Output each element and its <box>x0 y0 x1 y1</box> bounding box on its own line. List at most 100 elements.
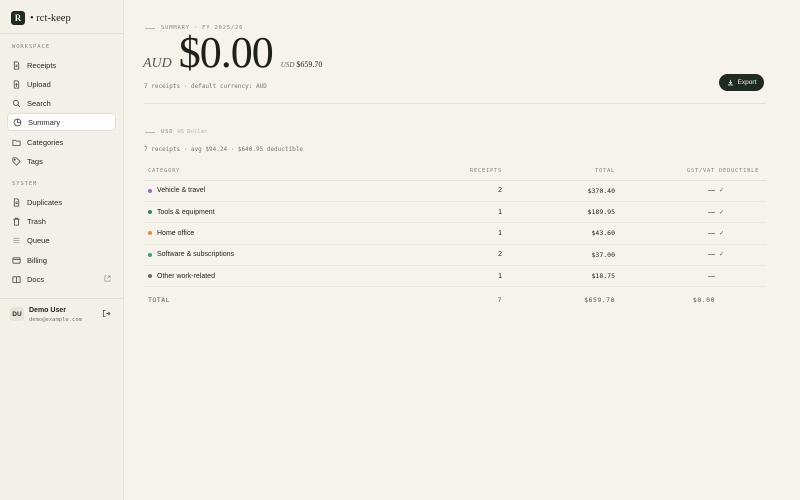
table-row[interactable]: Other work-related 1 $18.75 — <box>144 265 766 288</box>
secondary-currency: USD <box>280 61 295 69</box>
table-row[interactable]: Tools & equipment 1 $189.95 — ✓ <box>144 201 766 224</box>
copy-icon <box>12 197 21 207</box>
main-content: SUMMARY · FY 2025/26 AUD $0.00 USD $659.… <box>125 0 800 500</box>
external-link-icon <box>104 275 111 282</box>
trash-icon <box>12 217 21 226</box>
divider <box>144 103 766 104</box>
table-total-row: TOTAL 7 $659.70 $0.00 <box>144 287 766 313</box>
table-row[interactable]: Vehicle & travel 2 $370.40 — ✓ <box>144 180 766 202</box>
receipts-count: 1 <box>344 222 502 245</box>
category-color-dot <box>148 274 152 279</box>
sidebar-item-label: Docs <box>27 274 45 284</box>
tag-icon <box>12 156 21 166</box>
pie-chart-icon <box>13 118 22 127</box>
user-email: demo@example.com <box>29 317 82 323</box>
export-button[interactable]: Export <box>719 74 764 91</box>
currency-code: USD <box>161 129 174 135</box>
total-amount: $370.40 <box>502 180 615 202</box>
receipt-icon <box>12 60 21 70</box>
deductible-check: ✓ <box>715 244 766 267</box>
brand[interactable]: R • rct-keep <box>11 11 71 25</box>
total-amount: $37.00 <box>502 244 615 267</box>
sidebar-item-receipts[interactable]: Receipts <box>7 56 116 74</box>
deductible-check: ✓ <box>715 222 766 245</box>
sidebar-item-trash[interactable]: Trash <box>7 212 116 230</box>
gst-amount: — <box>615 244 715 267</box>
app-logo: R <box>11 11 25 25</box>
total-amount: $18.75 <box>502 265 615 288</box>
sidebar-item-categories[interactable]: Categories <box>7 133 116 151</box>
divider <box>0 33 124 34</box>
receipts-count: 1 <box>344 265 502 288</box>
sidebar-item-label: Search <box>27 98 51 108</box>
upload-icon <box>12 79 21 89</box>
divider <box>0 298 124 299</box>
sidebar-item-label: Queue <box>27 235 50 245</box>
section-label-workspace: WORKSPACE <box>12 44 50 50</box>
category-name: Home office <box>157 229 195 237</box>
app-name: • rct-keep <box>30 12 71 24</box>
logout-icon[interactable] <box>102 309 111 318</box>
column-header-gst[interactable]: GST/VAT <box>615 163 715 181</box>
category-cell: Home office <box>144 222 344 245</box>
gst-amount: — <box>615 201 715 224</box>
sidebar-item-queue[interactable]: Queue <box>7 231 116 249</box>
summary-amount: AUD $0.00 USD $659.70 <box>143 30 322 76</box>
sidebar-item-docs[interactable]: Docs <box>7 270 116 288</box>
sidebar-item-label: Receipts <box>27 60 57 70</box>
receipts-count: 1 <box>344 201 502 224</box>
sidebar-item-label: Categories <box>27 137 64 147</box>
category-cell: Tools & equipment <box>144 201 344 224</box>
currency-name: US Dollar <box>177 129 208 135</box>
export-label: Export <box>737 79 757 86</box>
book-icon <box>12 275 21 284</box>
sidebar-item-duplicates[interactable]: Duplicates <box>7 193 116 211</box>
category-color-dot <box>148 252 152 257</box>
column-header-receipts[interactable]: RECEIPTS <box>344 163 502 181</box>
gst-amount: — <box>615 180 715 202</box>
category-color-dot <box>148 231 152 236</box>
sidebar-item-summary[interactable]: Summary <box>7 113 116 131</box>
sidebar-item-upload[interactable]: Upload <box>7 75 116 93</box>
category-name: Vehicle & travel <box>157 187 206 195</box>
sidebar-item-label: Billing <box>27 255 48 265</box>
gst-amount: — <box>615 222 715 245</box>
category-cell: Vehicle & travel <box>144 180 344 202</box>
total-amount: $43.60 <box>502 222 615 245</box>
currency-stats: 7 receipts · avg $94.24 · $640.95 deduct… <box>144 146 303 153</box>
deductible-check: ✓ <box>715 180 766 202</box>
search-icon <box>12 99 21 108</box>
download-icon <box>727 79 733 86</box>
sidebar-item-billing[interactable]: Billing <box>7 251 116 269</box>
credit-card-icon <box>12 256 21 265</box>
deductible-check <box>715 265 766 288</box>
category-color-dot <box>148 210 152 215</box>
table-row[interactable]: Software & subscriptions 2 $37.00 — ✓ <box>144 244 766 267</box>
gst-amount: — <box>615 265 715 288</box>
secondary-value: $659.70 <box>296 60 323 69</box>
avatar: DU <box>10 307 24 321</box>
table-row[interactable]: Home office 1 $43.60 — ✓ <box>144 222 766 245</box>
column-header-deductible[interactable]: DEDUCTIBLE <box>715 163 766 181</box>
total-label: TOTAL <box>148 296 171 305</box>
total-amount: $659.70 <box>584 296 615 305</box>
sidebar-item-tags[interactable]: Tags <box>7 152 116 170</box>
receipts-count: 2 <box>344 244 502 267</box>
sidebar-item-label: Tags <box>27 156 43 166</box>
sidebar-item-label: Summary <box>28 117 61 127</box>
category-name: Tools & equipment <box>157 208 215 216</box>
sidebar-item-label: Duplicates <box>27 197 63 207</box>
category-color-dot <box>148 188 152 193</box>
sidebar-item-label: Upload <box>27 79 51 89</box>
section-label-system: SYSTEM <box>12 181 38 187</box>
receipts-summary: 7 receipts · default currency: AUD <box>144 83 267 90</box>
category-table: CATEGORY RECEIPTS TOTAL GST/VAT DEDUCTIB… <box>144 163 766 313</box>
list-icon <box>12 236 21 245</box>
dash-decoration <box>145 131 155 133</box>
sidebar: R • rct-keep WORKSPACE Receipts Upload S… <box>0 0 124 500</box>
column-header-category[interactable]: CATEGORY <box>144 163 344 181</box>
column-header-total[interactable]: TOTAL <box>502 163 615 181</box>
sidebar-item-search[interactable]: Search <box>7 94 116 112</box>
total-receipts: 7 <box>497 296 502 305</box>
secondary-amount: USD $659.70 <box>281 60 323 69</box>
